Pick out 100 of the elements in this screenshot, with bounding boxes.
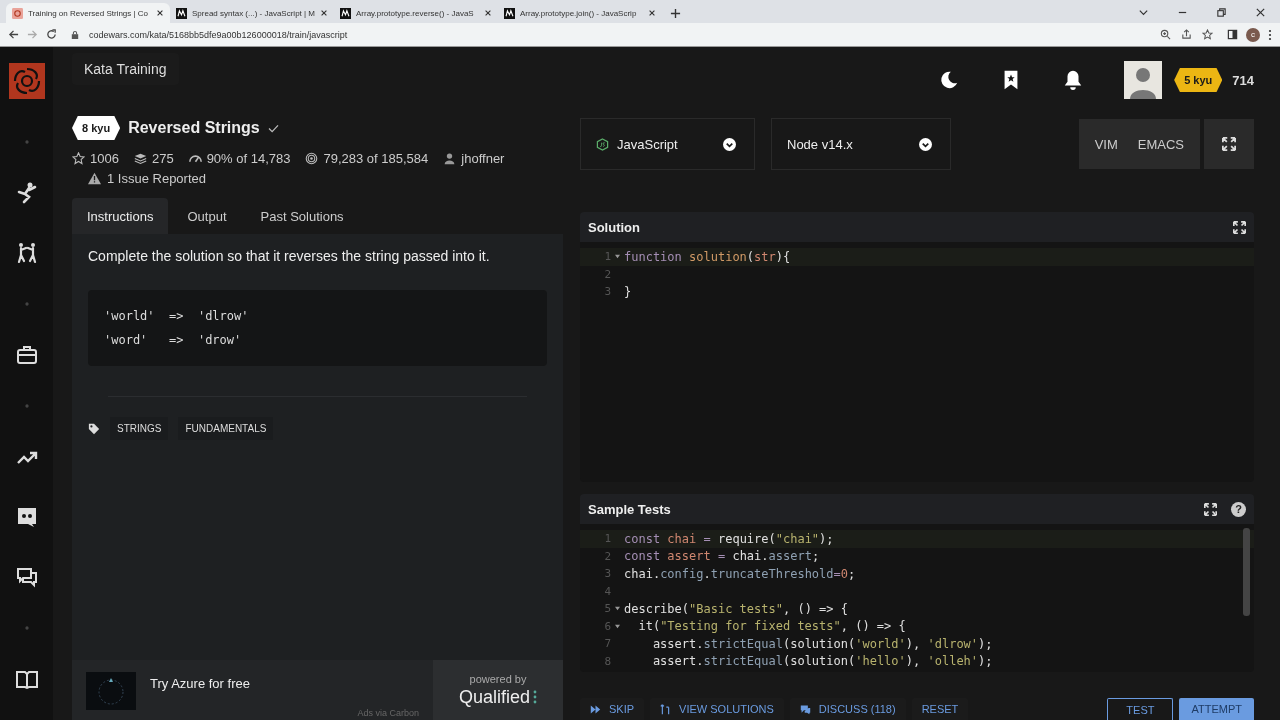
browser-tab[interactable]: Array.prototype.join() - JavaScrip xyxy=(498,3,662,23)
avatar-silhouette[interactable] xyxy=(1124,61,1163,99)
tag[interactable]: FUNDAMENTALS xyxy=(178,417,274,440)
profile-avatar[interactable]: c xyxy=(1246,27,1260,42)
briefcase-icon[interactable] xyxy=(14,343,39,367)
close-icon[interactable] xyxy=(648,9,656,17)
line-number: 5 xyxy=(604,602,611,616)
browser-tab[interactable]: Spread syntax (...) - JavaScript | M xyxy=(170,3,334,23)
close-icon[interactable] xyxy=(156,9,164,17)
scrollbar[interactable] xyxy=(1243,528,1250,616)
language-dropdown[interactable]: JavaScript xyxy=(580,118,755,170)
expand-icon[interactable] xyxy=(1233,220,1246,234)
warning-icon xyxy=(88,172,101,185)
chat-bubbles-icon xyxy=(799,703,811,715)
side-panel-icon[interactable] xyxy=(1227,29,1238,40)
chevron-down-icon[interactable] xyxy=(1138,7,1149,18)
code-line: } xyxy=(624,284,632,299)
tab-title: Array.prototype.reverse() - JavaS xyxy=(356,8,475,18)
browser-tab[interactable]: Array.prototype.reverse() - JavaS xyxy=(334,3,498,23)
stat-value: 90% of 14,783 xyxy=(206,151,291,166)
code-editor[interactable] xyxy=(580,524,1254,672)
mode-button[interactable]: VIM xyxy=(1094,136,1118,152)
url-text: codewars.com/kata/5168bb5dfe9a00b126000018/train/javascript xyxy=(89,29,348,40)
gauge-icon xyxy=(188,152,202,165)
zoom-icon[interactable] xyxy=(1160,29,1171,40)
line-number: 7 xyxy=(604,637,611,651)
fold-caret-icon[interactable] xyxy=(615,606,620,612)
line-number: 3 xyxy=(604,285,611,299)
branch-arrows-icon xyxy=(660,703,672,715)
line-number: 6 xyxy=(604,619,611,633)
line-number: 1 xyxy=(604,532,611,546)
more-icon[interactable] xyxy=(1268,28,1272,41)
qualified-panel[interactable]: powered by Qualified xyxy=(433,660,563,720)
code-line: describe("Basic tests", () => { xyxy=(624,601,848,616)
line-number: 4 xyxy=(604,584,611,598)
code-line: chai.config.truncateThreshold=0; xyxy=(624,566,856,581)
browser-tab[interactable]: Training on Reversed Strings | Co xyxy=(6,3,170,23)
tag-icon xyxy=(88,422,100,435)
action-button[interactable]: ATTEMPT xyxy=(1179,698,1254,720)
code-line: const assert = chai.assert; xyxy=(624,549,820,564)
person-icon xyxy=(443,152,457,165)
fast-forward-icon xyxy=(590,703,601,715)
star-icon xyxy=(72,152,85,165)
m-logo-icon xyxy=(340,7,351,19)
line-number: 3 xyxy=(604,567,611,581)
restore-icon[interactable] xyxy=(1216,7,1227,18)
stat-value: 1006 xyxy=(90,151,119,166)
ad-text[interactable]: Try Azure for free xyxy=(150,676,419,691)
code-line: it("Testing for fixed tests", () => { xyxy=(637,619,906,634)
tab[interactable]: Output xyxy=(172,198,242,234)
tag[interactable]: STRINGS xyxy=(110,417,169,440)
code-line: const chai = require("chai"); xyxy=(624,531,834,546)
line-number: 2 xyxy=(604,549,611,563)
action-button[interactable]: TEST xyxy=(1107,698,1174,720)
expand-icon[interactable] xyxy=(1204,502,1217,516)
runtime-dropdown[interactable]: Node v14.x xyxy=(771,118,951,170)
chat-bubbles-icon[interactable] xyxy=(14,565,39,589)
rank-badge: 8 kyu xyxy=(72,116,121,140)
code-line: assert.strictEqual(solution('hello'), 'olleh'); xyxy=(651,654,993,669)
close-icon[interactable] xyxy=(1255,7,1266,18)
honor-count: 714 xyxy=(1232,72,1254,88)
author-link[interactable]: jhoffner xyxy=(461,151,505,166)
issues-link[interactable]: 1 Issue Reported xyxy=(107,171,206,186)
tab-title: Spread syntax (...) - JavaScript | M xyxy=(192,8,315,18)
share-icon[interactable] xyxy=(1181,29,1192,40)
close-icon[interactable] xyxy=(484,9,492,17)
chevron-down-icon xyxy=(919,137,932,151)
brand-name: Qualified xyxy=(458,686,530,708)
code-line: 'world' => 'dlrow' xyxy=(104,308,250,325)
lock-icon xyxy=(71,29,79,40)
code-line: function solution(str){ xyxy=(624,249,791,264)
code-editor[interactable]: 1 function solution(str){ 2 3 } xyxy=(580,242,1254,482)
logo-icon[interactable] xyxy=(8,63,45,99)
code-line: assert.strictEqual(solution('world'), 'dlrow'); xyxy=(651,636,993,651)
fold-caret-icon[interactable] xyxy=(615,254,620,260)
code-line: 'word' => 'drow' xyxy=(104,332,243,349)
ad-image xyxy=(86,672,136,710)
tab-title: Array.prototype.join() - JavaScrip xyxy=(520,8,638,18)
reload-icon[interactable] xyxy=(46,29,57,40)
help-button[interactable]: ? xyxy=(1231,501,1246,517)
tab[interactable]: Past Solutions xyxy=(245,198,359,234)
line-number: 1 xyxy=(604,250,611,264)
star-icon[interactable] xyxy=(1202,29,1213,40)
mode-button[interactable]: EMACS xyxy=(1137,136,1184,152)
target-icon xyxy=(305,152,319,165)
close-icon[interactable] xyxy=(320,9,328,17)
stat-value: 79,283 of 185,584 xyxy=(323,151,429,166)
fullscreen-button[interactable] xyxy=(1204,119,1254,169)
kata-title: Reversed Strings xyxy=(128,119,260,137)
powered-by-text: powered by xyxy=(469,672,527,685)
rank-badge: 5 kyu xyxy=(1174,68,1223,92)
stack-icon xyxy=(133,152,147,165)
plus-icon[interactable] xyxy=(670,8,681,19)
panel-title: Solution xyxy=(588,219,640,235)
ad-banner[interactable]: Try Azure for free Ads via Carbon xyxy=(72,660,433,720)
tab[interactable]: Instructions xyxy=(72,198,169,234)
fold-caret-icon[interactable] xyxy=(615,623,620,629)
tab-title: Training on Reversed Strings | Co xyxy=(28,8,150,18)
chevron-down-icon xyxy=(723,137,736,151)
back-icon[interactable] xyxy=(8,29,19,40)
